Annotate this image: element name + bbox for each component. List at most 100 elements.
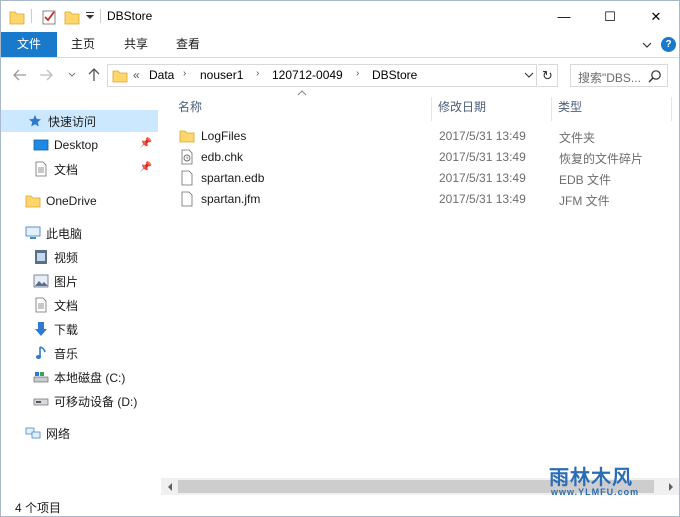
- recent-locations-chevron-down-icon[interactable]: [63, 66, 81, 84]
- file-name: edb.chk: [201, 150, 244, 164]
- up-button[interactable]: [85, 66, 103, 84]
- computer-icon: [25, 225, 41, 241]
- breadcrumb-separator[interactable]: ›: [356, 68, 359, 79]
- tab-view[interactable]: 查看: [168, 32, 208, 57]
- tab-home[interactable]: 主页: [63, 32, 103, 57]
- tab-share[interactable]: 共享: [116, 32, 156, 57]
- file-name-cell: edb.chk: [179, 149, 243, 165]
- file-name: spartan.jfm: [201, 192, 261, 206]
- nav-documents[interactable]: 文档: [1, 294, 158, 316]
- pin-icon[interactable]: 📌: [140, 162, 152, 173]
- removable-drive-icon: [33, 393, 49, 409]
- picture-icon: [33, 273, 49, 289]
- nav-videos[interactable]: 视频: [1, 246, 158, 268]
- nav-music[interactable]: 音乐: [1, 342, 158, 364]
- table-row[interactable]: edb.chk 2017/5/31 13:49 恢复的文件碎片: [171, 147, 661, 168]
- nav-onedrive[interactable]: OneDrive: [1, 190, 158, 212]
- nav-label: Desktop: [54, 138, 99, 152]
- column-divider[interactable]: [551, 97, 552, 121]
- music-note-icon: [33, 345, 49, 361]
- nav-removable-d[interactable]: 可移动设备 (D:): [1, 390, 158, 412]
- watermark-title: 雨林木风: [549, 465, 633, 489]
- column-header-type[interactable]: 类型: [558, 93, 582, 121]
- nav-label: 图片: [54, 274, 79, 289]
- expand-ribbon-icon[interactable]: [639, 37, 655, 53]
- watermark-logo: 雨林木风 www.YLMFU.com: [541, 453, 669, 499]
- back-button[interactable]: [11, 66, 29, 84]
- nav-quick-access[interactable]: 快速访问: [1, 110, 158, 132]
- column-divider[interactable]: [431, 97, 432, 121]
- watermark-url: www.YLMFU.com: [551, 487, 640, 497]
- nav-desktop[interactable]: Desktop 📌: [1, 134, 158, 156]
- address-history-chevron-down-icon[interactable]: [524, 68, 534, 85]
- nav-this-pc[interactable]: 此电脑: [1, 222, 158, 244]
- customize-toolbar-icon[interactable]: [85, 10, 101, 28]
- file-date: 2017/5/31 13:49: [439, 171, 526, 185]
- breadcrumb-data[interactable]: Data: [149, 68, 174, 82]
- navigation-pane: 快速访问 Desktop 📌 文档 📌 OneDrive 此电脑 视频 图片 文…: [1, 93, 159, 493]
- title-bar: DBStore — ☐ ✕: [1, 1, 679, 32]
- file-type: 文件夹: [559, 131, 596, 145]
- document-icon: [33, 161, 49, 177]
- file-type: JFM 文件: [559, 194, 610, 208]
- maximize-button[interactable]: ☐: [587, 1, 633, 32]
- folder-icon: [112, 68, 128, 87]
- column-header-name[interactable]: 名称: [178, 93, 202, 121]
- folder-app-icon: [9, 8, 25, 26]
- file-date: 2017/5/31 13:49: [439, 129, 526, 143]
- nav-documents-pinned[interactable]: 文档 📌: [1, 158, 158, 180]
- forward-button[interactable]: [37, 66, 55, 84]
- ribbon-tabs: 文件 主页 共享 查看 ?: [1, 32, 679, 58]
- nav-label: 此电脑: [46, 226, 83, 241]
- new-folder-icon[interactable]: [64, 8, 80, 26]
- nav-network[interactable]: 网络: [1, 422, 158, 444]
- table-row[interactable]: spartan.edb 2017/5/31 13:49 EDB 文件: [171, 168, 661, 189]
- nav-label: 视频: [54, 250, 79, 265]
- file-icon: [179, 170, 195, 186]
- nav-downloads[interactable]: 下载: [1, 318, 158, 340]
- breadcrumb-dbstore[interactable]: DBStore: [372, 68, 417, 82]
- column-header-date[interactable]: 修改日期: [438, 93, 486, 121]
- nav-label: 下载: [54, 322, 79, 337]
- document-icon: [33, 297, 49, 313]
- search-icon[interactable]: [648, 69, 662, 83]
- nav-label: 音乐: [54, 346, 79, 361]
- breadcrumb-separator[interactable]: ›: [256, 68, 259, 79]
- table-row[interactable]: spartan.jfm 2017/5/31 13:49 JFM 文件: [171, 189, 661, 210]
- breadcrumb-nouser1[interactable]: nouser1: [200, 68, 243, 82]
- breadcrumb-separator[interactable]: ›: [183, 68, 186, 79]
- file-type: 恢复的文件碎片: [559, 152, 644, 166]
- minimize-button[interactable]: —: [541, 1, 587, 32]
- table-row[interactable]: LogFiles 2017/5/31 13:49 文件夹: [171, 126, 661, 147]
- close-button[interactable]: ✕: [633, 1, 679, 32]
- file-date: 2017/5/31 13:49: [439, 192, 526, 206]
- file-icon: [179, 191, 195, 207]
- toolbar-divider: [31, 9, 32, 23]
- explorer-window: DBStore — ☐ ✕ 文件 主页 共享 查看 ? « Data › nou…: [0, 0, 680, 517]
- download-arrow-icon: [33, 321, 49, 337]
- search-input[interactable]: 搜索"DBS...: [570, 64, 668, 87]
- tab-file[interactable]: 文件: [1, 32, 57, 57]
- hard-drive-icon: [33, 369, 49, 385]
- window-title: DBStore: [107, 9, 153, 23]
- column-divider[interactable]: [671, 97, 672, 121]
- address-row: « Data › nouser1 › 120712-0049 › DBStore…: [1, 58, 679, 93]
- nav-pictures[interactable]: 图片: [1, 270, 158, 292]
- nav-label: 网络: [46, 426, 71, 441]
- toolbar-divider: [100, 9, 101, 23]
- file-name: spartan.edb: [201, 171, 265, 185]
- address-bar[interactable]: « Data › nouser1 › 120712-0049 › DBStore: [107, 64, 537, 87]
- file-list: 名称 修改日期 类型 LogFiles 2017/5/31 13:49 文件夹 …: [161, 90, 679, 478]
- help-icon[interactable]: ?: [661, 37, 676, 52]
- star-icon: [27, 113, 43, 129]
- file-type: EDB 文件: [559, 173, 612, 187]
- scroll-left-icon[interactable]: [161, 480, 178, 493]
- properties-icon[interactable]: [41, 8, 57, 26]
- nav-local-disk-c[interactable]: 本地磁盘 (C:): [1, 366, 158, 388]
- breadcrumb-overflow[interactable]: «: [133, 68, 140, 82]
- file-name-cell: spartan.jfm: [179, 191, 260, 207]
- refresh-button[interactable]: ↻: [538, 64, 558, 87]
- nav-label: 文档: [54, 162, 79, 177]
- pin-icon[interactable]: 📌: [140, 138, 152, 149]
- breadcrumb-120712-0049[interactable]: 120712-0049: [272, 68, 343, 82]
